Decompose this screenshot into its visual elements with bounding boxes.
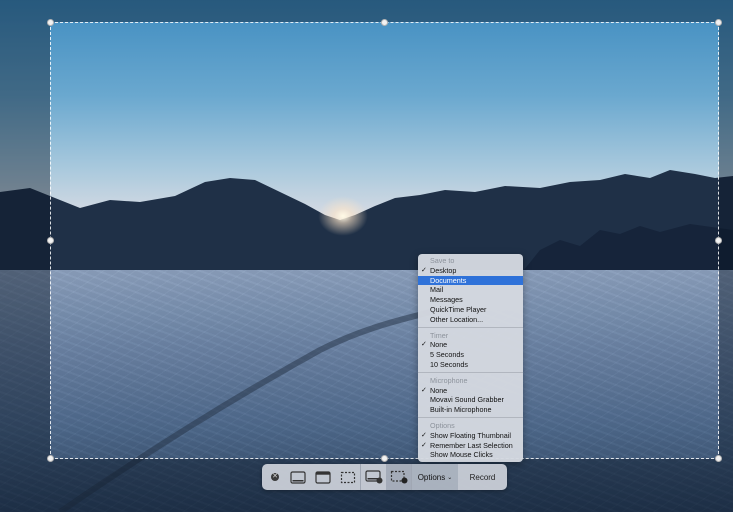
menu-item-built-in-microphone[interactable]: Built-in Microphone: [418, 405, 523, 415]
record-entire-screen-icon: [364, 470, 382, 484]
resize-handle-bottom-right[interactable]: [715, 455, 722, 462]
dim-overlay-top: [0, 0, 733, 22]
menu-header-options: Options: [430, 420, 455, 430]
resize-handle-left[interactable]: [47, 237, 54, 244]
capture-selection-icon: [340, 471, 355, 483]
menu-item-show-floating-thumbnail[interactable]: ✓ Show Floating Thumbnail: [418, 431, 523, 441]
menu-item-other-location[interactable]: Other Location...: [418, 315, 523, 325]
screenshot-toolbar: ✕ Options ⌄ Record: [262, 464, 507, 490]
menu-item-10-seconds[interactable]: 10 Seconds: [418, 360, 523, 370]
menu-item-microphone-none[interactable]: ✓ None: [418, 386, 523, 396]
menu-item-documents[interactable]: Documents: [418, 275, 523, 286]
resize-handle-bottom-left[interactable]: [47, 455, 54, 462]
capture-selection-button[interactable]: [335, 464, 360, 490]
menu-item-5-seconds[interactable]: 5 Seconds: [418, 350, 523, 360]
options-button[interactable]: Options ⌄: [412, 464, 458, 490]
capture-window-button[interactable]: [310, 464, 335, 490]
menu-item-messages[interactable]: Messages: [418, 295, 523, 305]
menu-item-movavi-sound-grabber[interactable]: Movavi Sound Grabber: [418, 395, 523, 405]
checkmark-icon: ✓: [421, 266, 427, 274]
resize-handle-right[interactable]: [715, 237, 722, 244]
menu-header-save-to: Save to: [430, 256, 455, 265]
checkmark-icon: ✓: [421, 441, 427, 449]
chevron-down-icon: ⌄: [447, 474, 453, 481]
menu-separator: [418, 417, 523, 419]
record-button[interactable]: Record: [458, 464, 507, 490]
menu-item-remember-last-selection[interactable]: ✓ Remember Last Selection: [418, 441, 523, 451]
options-menu: Save to ✓ Desktop Documents Mail Messages…: [418, 254, 523, 462]
menu-item-timer-none[interactable]: ✓ None: [418, 340, 523, 350]
record-entire-screen-button[interactable]: [361, 464, 386, 490]
close-button[interactable]: ✕: [267, 469, 283, 485]
capture-window-icon: [314, 470, 331, 484]
record-selection-button[interactable]: [386, 464, 411, 490]
checkmark-icon: ✓: [421, 386, 427, 394]
resize-handle-top-left[interactable]: [47, 19, 54, 26]
capture-selection-area[interactable]: [47, 19, 722, 462]
menu-separator: [418, 372, 523, 374]
menu-separator: [418, 327, 523, 329]
menu-item-desktop[interactable]: ✓ Desktop: [418, 266, 523, 276]
resize-handle-bottom[interactable]: [381, 455, 388, 462]
dim-overlay-left: [0, 22, 50, 459]
capture-entire-screen-icon: [289, 470, 306, 484]
resize-handle-top[interactable]: [381, 19, 388, 26]
menu-item-quicktime-player[interactable]: QuickTime Player: [418, 305, 523, 315]
menu-item-mail[interactable]: Mail: [418, 285, 523, 295]
checkmark-icon: ✓: [421, 341, 427, 349]
menu-item-show-mouse-clicks[interactable]: Show Mouse Clicks: [418, 450, 523, 460]
capture-entire-screen-button[interactable]: [285, 464, 310, 490]
close-icon: ✕: [271, 473, 279, 481]
record-selection-icon: [390, 470, 407, 484]
menu-header-microphone: Microphone: [430, 375, 468, 385]
checkmark-icon: ✓: [421, 431, 427, 439]
menu-header-timer: Timer: [430, 330, 449, 340]
resize-handle-top-right[interactable]: [715, 19, 722, 26]
